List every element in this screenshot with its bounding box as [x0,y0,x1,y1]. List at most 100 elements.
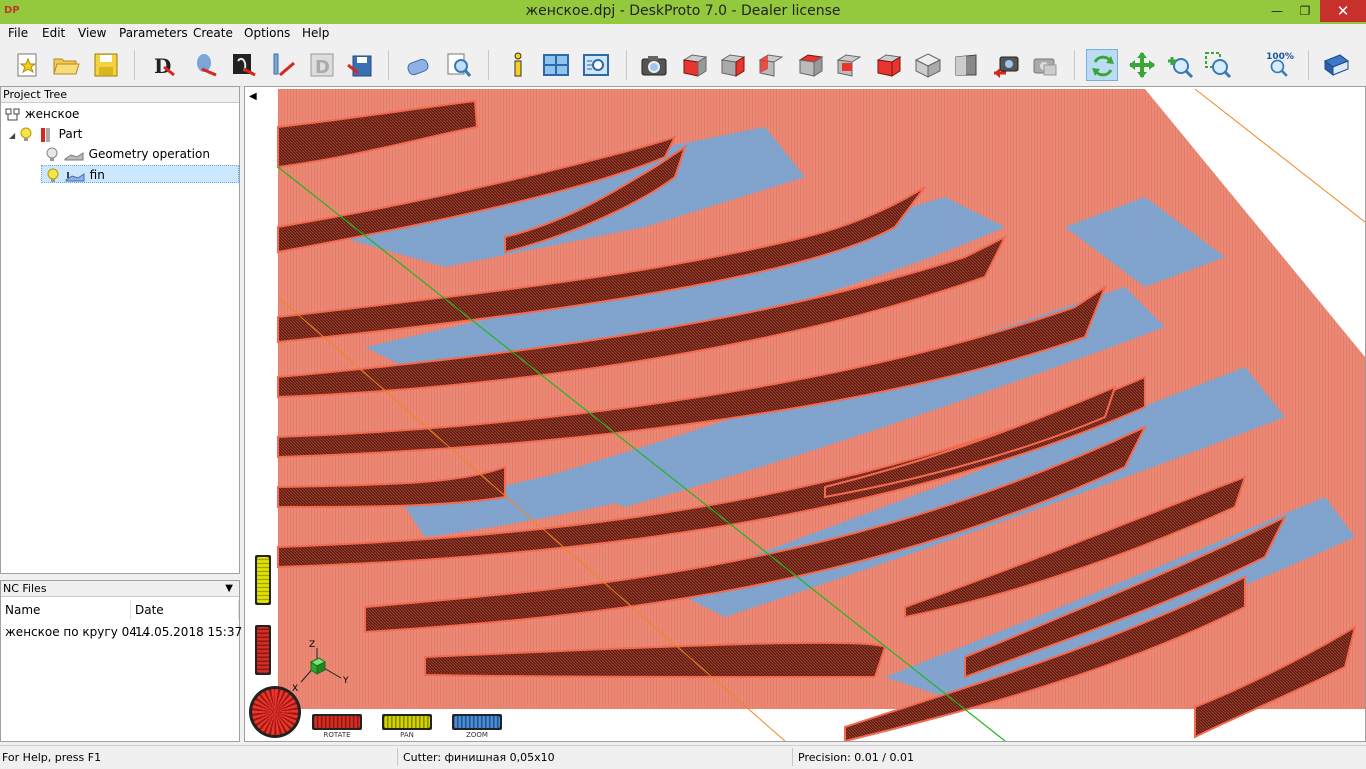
open-button[interactable] [50,49,82,81]
status-help: For Help, press F1 [2,751,102,764]
view-top-button[interactable] [794,49,826,81]
split-view-button[interactable] [540,49,572,81]
cube-half-icon [955,54,977,76]
open-folder-icon [53,58,80,75]
view-bottom-button[interactable] [872,49,904,81]
nc-files-header: NC Files ▼ [1,581,239,597]
view-grey-button[interactable] [912,49,944,81]
menu-bar: File Edit View Parameters Create Options… [0,24,1366,44]
view-iso-button[interactable] [832,49,864,81]
zoom-label: ZOOM [466,731,488,739]
pan-slider-vertical[interactable] [255,555,271,605]
view-half-button[interactable] [950,49,982,81]
collapse-triangle-icon[interactable]: ◢ [9,131,15,140]
save-button[interactable] [90,49,122,81]
rotate-mode-icon [1092,55,1114,77]
dropdown-arrow-icon[interactable]: ▼ [225,581,233,596]
zoom-100-button[interactable]: 100% [1264,49,1296,81]
eraser-button[interactable] [402,49,434,81]
svg-text:D: D [154,54,171,78]
zoom-mode-button[interactable] [1164,49,1196,81]
axis-gizmo: Z X Y [292,640,355,694]
status-cutter: Cutter: финишная 0,05x10 [403,751,555,764]
wizard-button[interactable] [190,49,222,81]
save-nc-button[interactable] [344,49,376,81]
pan-mode-button[interactable] [1126,49,1158,81]
help-button[interactable] [1320,49,1352,81]
zoom-slider-horizontal[interactable] [452,714,502,730]
cube-top-icon [798,54,824,77]
lightbulb-on-icon[interactable] [19,127,33,143]
info-button[interactable] [502,49,534,81]
screenshot-button[interactable] [638,49,670,81]
split-view-icon [543,54,569,76]
camera-back-button[interactable] [990,49,1022,81]
preview-button[interactable] [442,49,474,81]
drawing-d-icon: D [154,54,175,78]
magnifier-preview-icon [447,53,472,77]
cube-bottom-icon [876,54,902,77]
rotate-mode-button[interactable] [1086,49,1118,81]
column-header-name[interactable]: Name [1,600,131,620]
help-book-icon [1323,54,1350,76]
list-zoom-button[interactable] [580,49,612,81]
zoom-window-button[interactable] [1202,49,1234,81]
menu-create[interactable]: Create [193,26,233,40]
info-icon [514,52,522,77]
eraser-icon [407,58,429,76]
rotate-slider-horizontal[interactable] [312,714,362,730]
sketch-arrow-icon [233,54,256,77]
status-bar: For Help, press F1 Cutter: финишная 0,05… [0,745,1366,769]
minimize-button[interactable]: — [1262,0,1292,22]
tree-item-label: женское [24,107,80,121]
tree-item-geometry-operation[interactable]: Geometry operation [45,145,210,163]
menu-options[interactable]: Options [244,26,290,40]
camera-icon [641,56,667,76]
lightbulb-off-icon[interactable] [45,147,59,163]
cube-iso-icon [836,54,862,77]
drawing-button[interactable]: D [148,49,180,81]
save-red-icon [347,55,372,77]
rotate-wheel[interactable] [249,686,301,738]
3d-viewport[interactable]: ◀ Z X Y [244,86,1366,742]
view-side-button[interactable] [754,49,786,81]
toolbar: D D 100% [0,44,1366,87]
menu-file[interactable]: File [8,26,28,40]
menu-help[interactable]: Help [302,26,329,40]
close-button[interactable]: ✕ [1320,0,1366,22]
axis-y-label: Y [343,676,349,686]
save-disk-icon [94,53,118,77]
list-zoom-icon [583,54,609,76]
d-grey-button[interactable]: D [306,49,338,81]
menu-view[interactable]: View [78,26,106,40]
nc-files-panel: NC Files ▼ Name Date женское по кругу 04… [0,580,242,742]
zoom-100-icon [1270,59,1288,77]
tree-item-fin[interactable]: fin [41,165,239,183]
new-button[interactable] [12,49,44,81]
pan-mode-icon [1129,52,1155,78]
cube-red-icon [720,54,746,77]
camera-grey-button[interactable] [1028,49,1060,81]
project-tree-panel: Project Tree женское ◢ Part Geometry ope… [0,86,240,574]
tree-item-label: Part [58,127,83,141]
tree-item-part[interactable]: ◢ Part [9,125,82,143]
pan-label: PAN [400,731,414,739]
maximize-button[interactable]: ❐ [1290,0,1320,22]
column-header-date[interactable]: Date [131,600,239,620]
menu-parameters[interactable]: Parameters [119,26,188,40]
vector-button[interactable] [268,49,300,81]
menu-edit[interactable]: Edit [42,26,65,40]
lightbulb-on-icon[interactable] [46,168,60,184]
view-right-button[interactable] [716,49,748,81]
cube-side-icon [758,54,784,77]
cube-grey-icon [914,53,942,78]
rotate-slider-vertical[interactable] [255,625,271,675]
view-front-button[interactable] [678,49,710,81]
pan-slider-horizontal[interactable] [382,714,432,730]
zoom-mode-icon [1168,57,1194,79]
sketch-button[interactable] [228,49,260,81]
operation-icon [65,171,85,181]
tree-item-project[interactable]: женское [5,105,79,123]
nc-file-date[interactable]: 14.05.2018 15:37 [135,625,242,639]
nc-file-name[interactable]: женское по кругу 04... [5,625,148,639]
